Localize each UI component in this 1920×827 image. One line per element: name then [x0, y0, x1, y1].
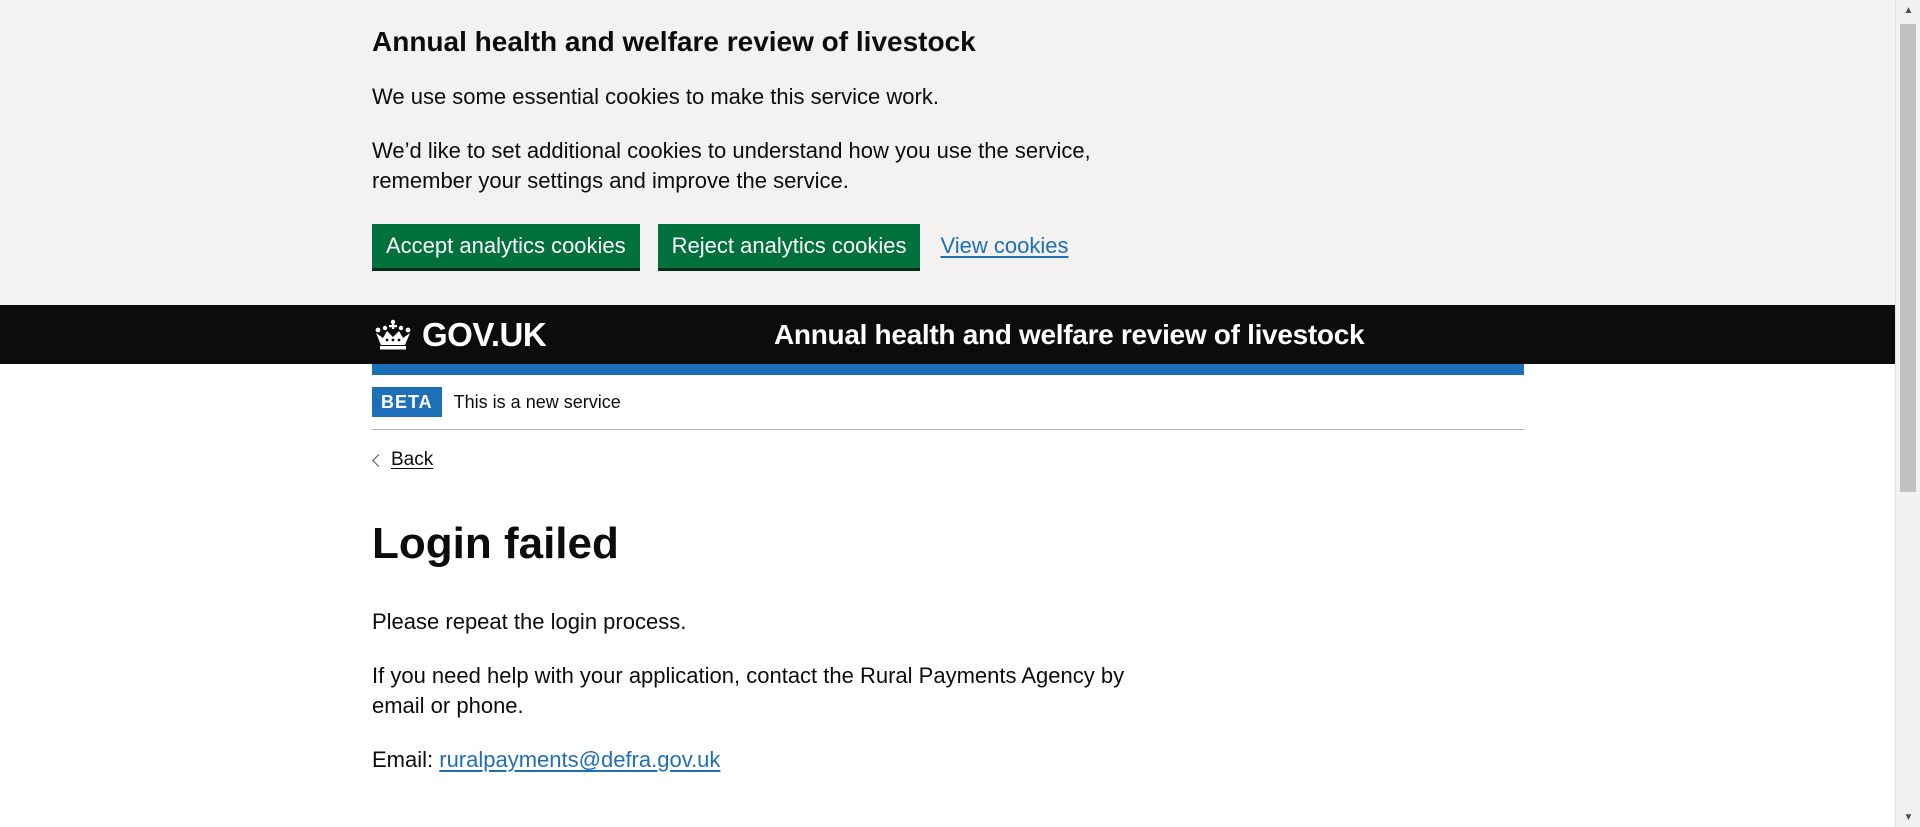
cookie-banner: Annual health and welfare review of live…: [0, 0, 1895, 305]
browser-viewport: Annual health and welfare review of live…: [0, 0, 1920, 827]
repeat-login-text: Please repeat the login process.: [372, 609, 687, 634]
content-container: BETA This is a new service Back Login fa…: [372, 364, 1524, 775]
page: Annual health and welfare review of live…: [0, 0, 1895, 827]
cookie-additional-text: We’d like to set additional cookies to u…: [372, 138, 1091, 193]
vertical-scrollbar[interactable]: ▲ ▼: [1895, 0, 1920, 827]
cookie-banner-container: Annual health and welfare review of live…: [372, 24, 1524, 268]
govuk-logo-link[interactable]: GOV.UK: [372, 316, 547, 354]
email-label: Email:: [372, 747, 434, 772]
chevron-left-icon: [372, 453, 385, 467]
page-title: Login failed: [372, 519, 619, 568]
crown-icon: [375, 319, 411, 350]
phase-tag: BETA: [372, 387, 442, 417]
cookie-banner-heading: Annual health and welfare review of live…: [372, 26, 976, 57]
govuk-logo-text: GOV.UK: [422, 316, 547, 353]
header-blue-bar: [372, 364, 1524, 375]
help-text: If you need help with your application, …: [372, 663, 1125, 718]
scrollbar-thumb[interactable]: [1900, 24, 1916, 492]
header-container: GOV.UK Annual health and welfare review …: [372, 305, 1524, 364]
govuk-header: GOV.UK Annual health and welfare review …: [0, 305, 1895, 364]
header-service-name[interactable]: Annual health and welfare review of live…: [774, 319, 1365, 351]
accept-analytics-cookies-button[interactable]: Accept analytics cookies: [372, 224, 640, 268]
phase-banner: BETA This is a new service: [372, 375, 1524, 430]
cookie-essential-text: We use some essential cookies to make th…: [372, 84, 939, 109]
phase-banner-text: This is a new service: [453, 391, 621, 412]
back-link-label: Back: [391, 449, 434, 470]
back-link[interactable]: Back: [372, 449, 433, 471]
view-cookies-link[interactable]: View cookies: [940, 233, 1068, 259]
cookie-button-group: Accept analytics cookies Reject analytic…: [372, 224, 1524, 268]
main-content: Login failed Please repeat the login pro…: [372, 471, 1524, 775]
arrow-up-icon[interactable]: ▲: [1896, 0, 1920, 20]
email-line: Email: ruralpayments@defra.gov.uk: [372, 745, 1132, 775]
email-link[interactable]: ruralpayments@defra.gov.uk: [439, 747, 720, 772]
reject-analytics-cookies-button[interactable]: Reject analytics cookies: [657, 224, 921, 268]
arrow-down-icon[interactable]: ▼: [1896, 807, 1920, 827]
